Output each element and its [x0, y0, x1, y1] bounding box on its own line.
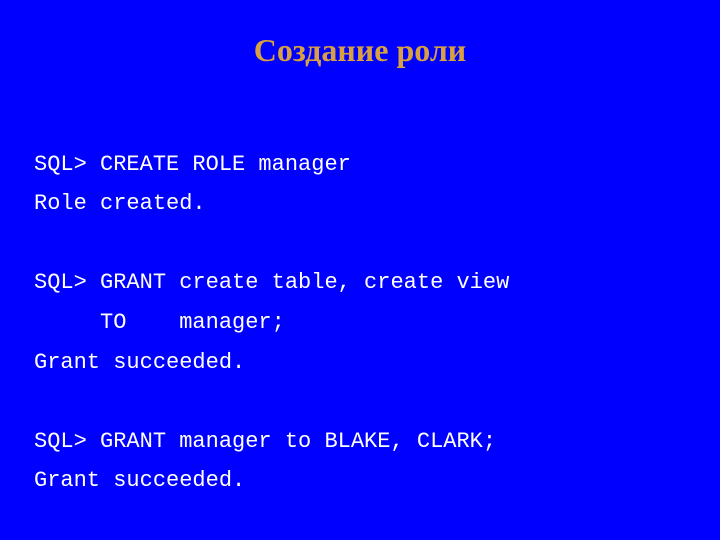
code-line: Role created. [34, 191, 206, 216]
code-line: TO manager; [34, 310, 285, 335]
code-line: Grant succeeded. [34, 468, 245, 493]
code-line: Grant succeeded. [34, 350, 245, 375]
code-line: SQL> CREATE ROLE manager [34, 152, 351, 177]
code-line: SQL> GRANT create table, create view [34, 270, 509, 295]
slide: Создание роли SQL> CREATE ROLE manager R… [0, 0, 720, 540]
code-line: SQL> GRANT manager to BLAKE, CLARK; [34, 429, 496, 454]
slide-title: Создание роли [34, 32, 686, 69]
sql-code-block: SQL> CREATE ROLE manager Role created. S… [34, 105, 686, 501]
